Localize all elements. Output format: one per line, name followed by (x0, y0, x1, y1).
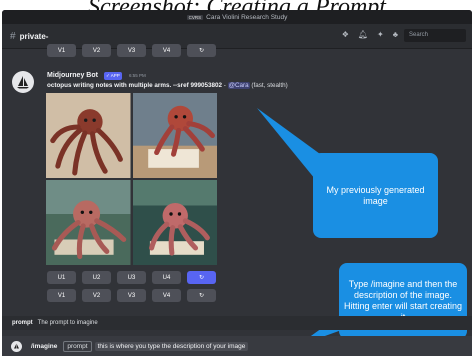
generated-image-2[interactable] (132, 93, 217, 178)
generated-image-1[interactable] (46, 93, 131, 178)
message-timestamp: 6:55 PM (129, 73, 146, 78)
generated-image-4[interactable] (132, 180, 217, 265)
prompt-text: octopus writing notes with multiple arms… (47, 82, 222, 89)
reroll-button[interactable]: ↻ (187, 289, 216, 302)
hint-text: The prompt to imagine (37, 320, 98, 326)
variation-buttons: V1 V2 V3 V4 ↻ (47, 289, 216, 302)
u2-button[interactable]: U2 (82, 271, 111, 284)
callout-generated-text: My previously generated image (326, 184, 425, 206)
prompt-suffix: (fast, stealth) (249, 82, 288, 89)
bot-avatar[interactable] (12, 71, 34, 93)
reroll-button[interactable]: ↻ (187, 271, 216, 284)
bot-tag-badge: ✓ APP (104, 72, 122, 80)
v2-button[interactable]: V2 (82, 44, 111, 57)
v2-button[interactable]: V2 (82, 289, 111, 302)
header-icons: ❖ 🔔︎ ✦ ♣ (342, 30, 398, 39)
u4-button[interactable]: U4 (152, 271, 181, 284)
u1-button[interactable]: U1 (47, 271, 76, 284)
prompt-separator: - (221, 82, 228, 89)
user-mention[interactable]: @Cara (227, 82, 250, 89)
imagine-command[interactable]: /imagine (31, 343, 57, 350)
members-icon[interactable]: ♣ (393, 30, 398, 39)
channel-hash-icon: # (10, 30, 16, 42)
sailboat-icon (17, 76, 29, 89)
hint-key: prompt (12, 320, 33, 326)
generated-image-grid[interactable] (46, 93, 217, 265)
channel-name: private- (19, 31, 49, 41)
search-input[interactable]: Search (404, 29, 466, 42)
v3-button[interactable]: V3 (117, 289, 146, 302)
command-app-icon (11, 340, 22, 352)
bell-icon[interactable]: 🔔︎ (358, 30, 368, 39)
v1-button[interactable]: V1 (47, 44, 76, 57)
message-prompt: octopus writing notes with multiple arms… (47, 82, 288, 89)
message-input[interactable]: /imagine prompt this is where you type t… (2, 336, 472, 356)
v3-button[interactable]: V3 (117, 44, 146, 57)
command-hint: prompt The prompt to imagine (2, 316, 472, 330)
u3-button[interactable]: U3 (117, 271, 146, 284)
callout-generated-image: My previously generated image (313, 153, 438, 238)
pin-icon[interactable]: ✦ (377, 30, 384, 39)
title-bar: CVRS Cara Violini Research Study (2, 10, 472, 24)
v1-button[interactable]: V1 (47, 289, 76, 302)
previous-variation-buttons: V1 V2 V3 V4 ↻ (47, 44, 216, 57)
prompt-input[interactable]: this is where you type the description o… (94, 341, 249, 351)
message-author[interactable]: Midjourney Bot (47, 72, 98, 79)
server-icon: CVRS (186, 14, 204, 20)
discord-window: CVRS Cara Violini Research Study # priva… (2, 10, 472, 356)
prompt-option-pill[interactable]: prompt (63, 340, 92, 352)
upscale-buttons: U1 U2 U3 U4 ↻ (47, 271, 216, 284)
window-title: Cara Violini Research Study (206, 13, 288, 21)
reroll-button[interactable]: ↻ (187, 44, 216, 57)
v4-button[interactable]: V4 (152, 44, 181, 57)
generated-image-3[interactable] (46, 180, 131, 265)
v4-button[interactable]: V4 (152, 289, 181, 302)
threads-icon[interactable]: ❖ (342, 30, 349, 39)
